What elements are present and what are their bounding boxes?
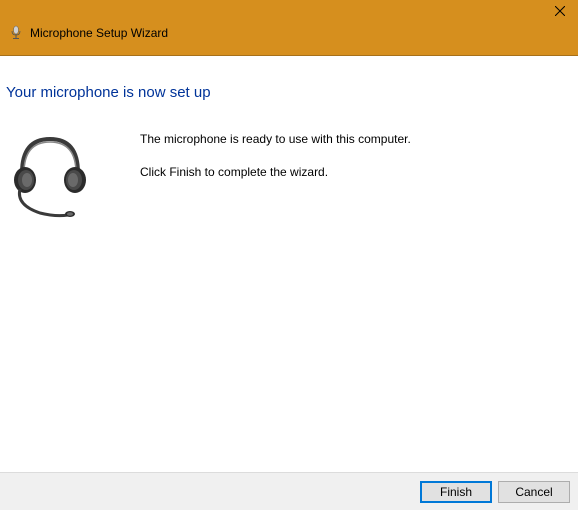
cancel-button[interactable]: Cancel	[498, 481, 570, 503]
body-line-2: Click Finish to complete the wizard.	[140, 164, 411, 181]
titlebar: Microphone Setup Wizard	[0, 0, 578, 56]
headset-icon	[12, 131, 102, 228]
wizard-content: Your microphone is now set up	[0, 56, 578, 472]
window-title: Microphone Setup Wizard	[30, 26, 168, 40]
body-text: The microphone is ready to use with this…	[140, 131, 411, 197]
wizard-footer: Finish Cancel	[0, 472, 578, 510]
page-heading: Your microphone is now set up	[6, 84, 572, 101]
finish-button[interactable]: Finish	[420, 481, 492, 503]
close-button[interactable]	[548, 2, 572, 20]
close-icon	[555, 6, 565, 16]
body-line-1: The microphone is ready to use with this…	[140, 131, 411, 148]
microphone-icon	[8, 25, 24, 41]
